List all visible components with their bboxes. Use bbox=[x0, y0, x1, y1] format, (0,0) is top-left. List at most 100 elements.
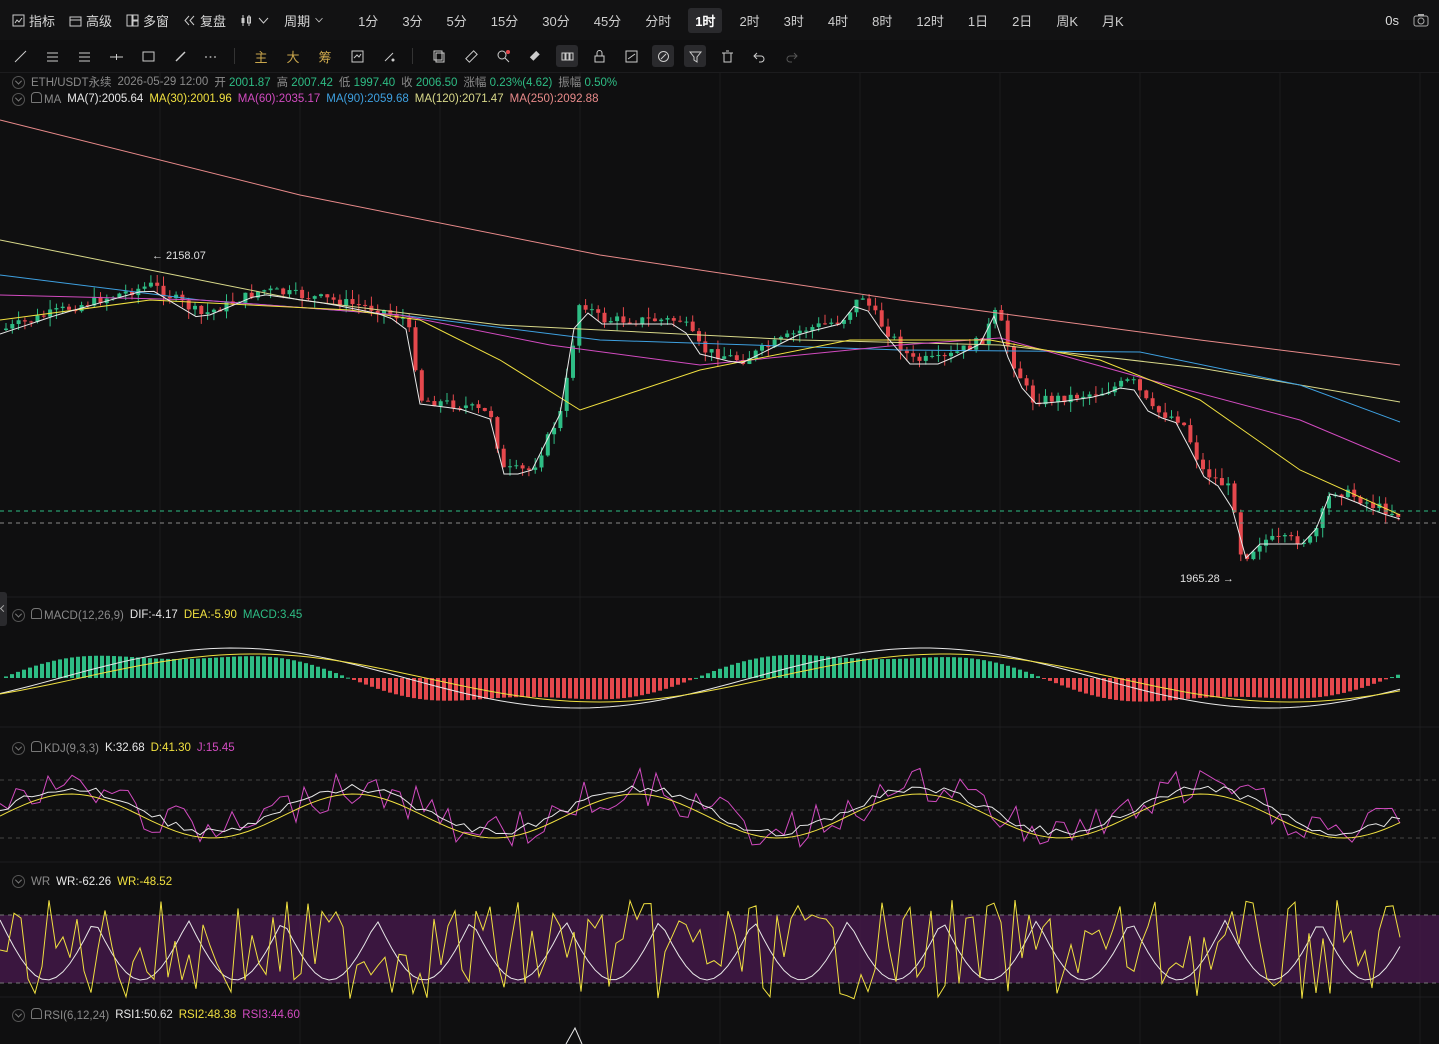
candle-body bbox=[438, 401, 443, 407]
horizontal-lines-tool[interactable] bbox=[73, 45, 95, 67]
macd-bar bbox=[166, 658, 170, 678]
line-tool[interactable] bbox=[9, 45, 31, 67]
period-tab[interactable]: 4时 bbox=[821, 8, 855, 33]
macd-bar bbox=[826, 656, 830, 678]
candle-body bbox=[1295, 536, 1300, 545]
period-tab[interactable]: 周K bbox=[1049, 8, 1085, 33]
candle-body bbox=[1207, 469, 1212, 478]
macd-bar bbox=[256, 656, 260, 678]
redo-button[interactable] bbox=[780, 45, 802, 67]
ruler-tool[interactable] bbox=[460, 45, 482, 67]
macd-bar bbox=[754, 658, 758, 678]
macd-bar bbox=[1204, 678, 1208, 698]
collapse-icon[interactable] bbox=[12, 608, 25, 622]
replay-button[interactable]: 复盘 bbox=[183, 11, 226, 30]
macd-bar bbox=[544, 678, 548, 698]
lock-tool[interactable] bbox=[588, 45, 610, 67]
period-tab[interactable]: 3时 bbox=[777, 8, 811, 33]
period-tab[interactable]: 1日 bbox=[961, 8, 995, 33]
link-tool[interactable] bbox=[652, 45, 674, 67]
macd-bar bbox=[958, 657, 962, 678]
sync-tool[interactable] bbox=[346, 45, 368, 67]
macd-dea: DEA:-5.90 bbox=[183, 609, 237, 621]
period-menu[interactable]: 周期 bbox=[284, 11, 324, 30]
candle-body bbox=[268, 288, 273, 291]
candle-body bbox=[1087, 394, 1092, 397]
period-tab[interactable]: 12时 bbox=[909, 8, 950, 33]
multi-window-button[interactable]: 多窗 bbox=[126, 11, 169, 30]
panel-collapse-handle[interactable] bbox=[0, 592, 7, 626]
macd-bar bbox=[916, 657, 920, 678]
pen-tool[interactable] bbox=[169, 45, 191, 67]
macd-bar bbox=[604, 678, 608, 700]
candle-body bbox=[1282, 535, 1287, 537]
more-tools-button[interactable] bbox=[199, 45, 221, 67]
candle-body bbox=[306, 298, 311, 300]
chip-toggle[interactable]: 筹 bbox=[314, 45, 336, 67]
period-tab[interactable]: 5分 bbox=[440, 8, 474, 33]
multi-window-label: 多窗 bbox=[143, 13, 170, 29]
macd-bar bbox=[682, 678, 686, 683]
horizontal-line-tool[interactable] bbox=[105, 45, 127, 67]
candle-body bbox=[652, 318, 657, 322]
bell-icon[interactable] bbox=[31, 92, 42, 103]
collapse-icon[interactable] bbox=[12, 1008, 25, 1022]
candle-body bbox=[501, 448, 506, 468]
big-order-toggle[interactable]: 大 bbox=[282, 45, 304, 67]
candle-body bbox=[1024, 378, 1029, 386]
advanced-icon bbox=[69, 16, 82, 26]
camera-icon[interactable] bbox=[1413, 13, 1429, 27]
kline-chart[interactable]: ← 2158.07 1965.28 → bbox=[0, 72, 1439, 1044]
period-tab[interactable]: 2日 bbox=[1005, 8, 1039, 33]
period-tab[interactable]: 45分 bbox=[587, 8, 628, 33]
macd-bar bbox=[976, 659, 980, 678]
period-tab[interactable]: 30分 bbox=[535, 8, 576, 33]
copy-tool[interactable] bbox=[428, 45, 450, 67]
candle-body bbox=[1188, 425, 1193, 443]
macd-bar bbox=[574, 678, 578, 699]
macd-bar bbox=[124, 656, 128, 678]
magnet-tool[interactable] bbox=[378, 45, 400, 67]
chart-type-dropdown[interactable] bbox=[240, 14, 270, 27]
period-tab[interactable]: 2时 bbox=[732, 8, 766, 33]
wr-legend: WR WR:-62.26 WR:-48.52 bbox=[12, 875, 172, 888]
collapse-icon[interactable] bbox=[12, 875, 25, 888]
filter-tool[interactable] bbox=[684, 45, 706, 67]
period-tab[interactable]: 月K bbox=[1095, 8, 1131, 33]
collapse-icon[interactable] bbox=[12, 75, 25, 89]
candle-body bbox=[904, 350, 909, 354]
candle-body bbox=[123, 291, 128, 294]
candle-body bbox=[942, 355, 947, 357]
candle-body bbox=[709, 349, 714, 353]
delete-tool[interactable] bbox=[716, 45, 738, 67]
period-tab[interactable]: 1分 bbox=[351, 8, 385, 33]
bell-icon[interactable] bbox=[31, 741, 42, 752]
macd-bar bbox=[1126, 678, 1130, 702]
collapse-icon[interactable] bbox=[12, 92, 25, 106]
eraser-tool[interactable] bbox=[524, 45, 546, 67]
macd-bar bbox=[250, 656, 254, 678]
ma-value: MA(120):2071.47 bbox=[414, 93, 504, 105]
undo-button[interactable] bbox=[748, 45, 770, 67]
period-tab[interactable]: 15分 bbox=[484, 8, 525, 33]
period-tab[interactable]: 3分 bbox=[395, 8, 429, 33]
visibility-tool[interactable] bbox=[556, 45, 578, 67]
macd-bar bbox=[52, 660, 56, 678]
macd-bar bbox=[616, 678, 620, 699]
macd-bar bbox=[22, 669, 26, 678]
period-tab[interactable]: 1时 bbox=[688, 7, 723, 33]
rectangle-tool[interactable] bbox=[137, 45, 159, 67]
period-tab[interactable]: 8时 bbox=[865, 8, 899, 33]
period-tab[interactable]: 分时 bbox=[638, 8, 678, 33]
advanced-button[interactable]: 高级 bbox=[69, 11, 112, 30]
bell-icon[interactable] bbox=[31, 608, 42, 619]
parallel-channel-tool[interactable] bbox=[41, 45, 63, 67]
macd-bar bbox=[592, 678, 596, 700]
template-tool[interactable] bbox=[620, 45, 642, 67]
collapse-icon[interactable] bbox=[12, 741, 25, 755]
zoom-tool[interactable] bbox=[492, 45, 514, 67]
candle-body bbox=[155, 282, 160, 286]
indicator-button[interactable]: 指标 bbox=[12, 11, 55, 30]
main-chart-toggle[interactable]: 主 bbox=[250, 45, 272, 67]
bell-icon[interactable] bbox=[31, 1008, 42, 1019]
